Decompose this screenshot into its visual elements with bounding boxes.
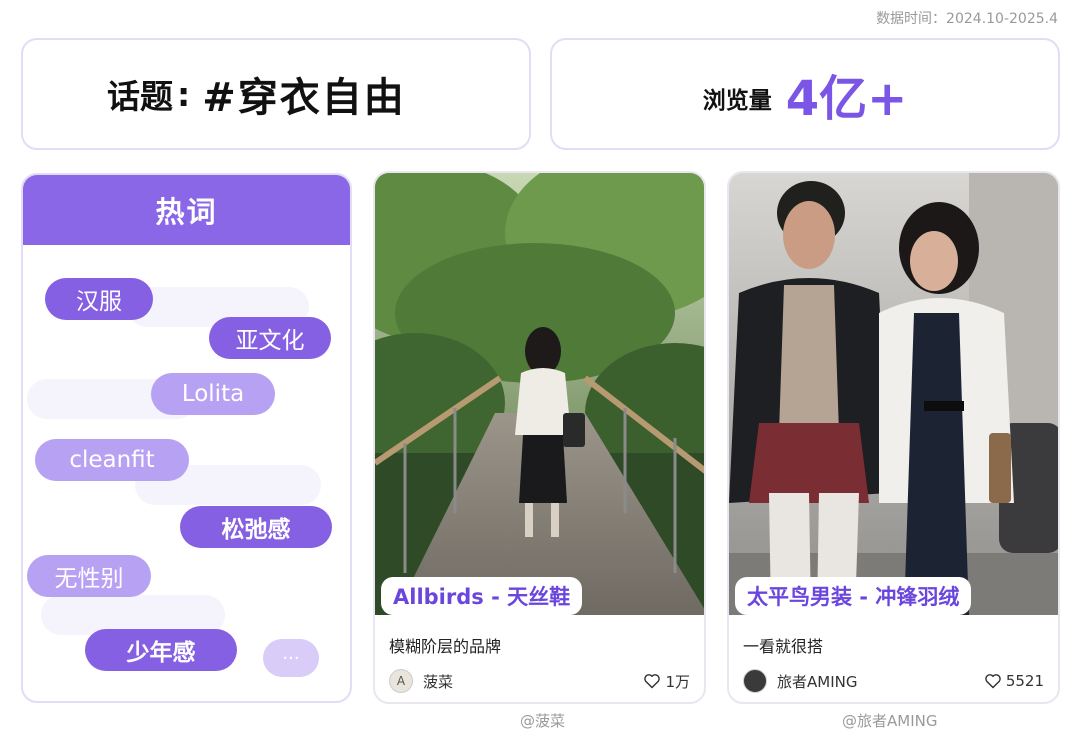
- heart-icon: [644, 674, 661, 689]
- author-name[interactable]: 旅者AMING: [777, 671, 984, 692]
- data-range: 数据时间：2024.10-2025.4: [876, 11, 1058, 27]
- like-count: 1万: [665, 672, 690, 691]
- views-value: 4亿+: [785, 71, 908, 127]
- like-button[interactable]: 5521: [984, 672, 1044, 690]
- post-card-allbirds[interactable]: Allbirds - 天丝鞋 模糊阶层的品牌 A 菠菜 1万: [373, 171, 706, 704]
- brand-tag[interactable]: Allbirds - 天丝鞋: [381, 577, 583, 615]
- author-row: A 菠菜 1万: [389, 667, 690, 695]
- hot-words-panel: 热词 汉服 亚文化 Lolita cleanfit 松弛感 无性别 少年感 ··…: [21, 173, 352, 703]
- like-button[interactable]: 1万: [643, 671, 690, 692]
- hot-word-genderless[interactable]: 无性别: [27, 555, 151, 597]
- photo-credit: @旅者AMING: [842, 712, 938, 730]
- hot-word-subculture[interactable]: 亚文化: [209, 317, 331, 359]
- post-photo-bridge: [375, 173, 704, 615]
- post-description: 一看就很搭: [743, 637, 824, 656]
- avatar[interactable]: A: [389, 669, 413, 693]
- author-row: 旅者AMING 5521: [743, 667, 1044, 695]
- author-name[interactable]: 菠菜: [423, 671, 643, 692]
- views-panel: 浏览量 4亿+: [550, 38, 1060, 150]
- heart-icon: [985, 674, 1001, 689]
- views-label: 浏览量: [702, 88, 772, 114]
- post-card-peacebird[interactable]: 太平鸟男装 - 冲锋羽绒 一看就很搭 旅者AMING 5521: [727, 171, 1060, 704]
- topic-hashtag[interactable]: #穿衣自由: [202, 65, 406, 123]
- post-description: 模糊阶层的品牌: [389, 637, 502, 656]
- topic-label: 话题: [107, 77, 173, 116]
- topic-panel: 话题 : #穿衣自由: [21, 38, 531, 150]
- hot-word-lolita[interactable]: Lolita: [151, 373, 275, 415]
- more-words-button[interactable]: ···: [263, 639, 319, 677]
- post-photo-couple: [729, 173, 1058, 615]
- like-count: 5521: [1005, 672, 1044, 690]
- hot-word-cleanfit[interactable]: cleanfit: [35, 439, 189, 481]
- hot-word-boyish[interactable]: 少年感: [85, 629, 237, 671]
- hot-word-relaxed[interactable]: 松弛感: [180, 506, 332, 548]
- brand-tag[interactable]: 太平鸟男装 - 冲锋羽绒: [735, 577, 972, 615]
- topic-colon: :: [177, 74, 191, 114]
- photo-credit: @菠菜: [520, 712, 566, 730]
- hot-words-title: 热词: [23, 175, 350, 245]
- hot-word-hanfu[interactable]: 汉服: [45, 278, 153, 320]
- avatar[interactable]: [743, 669, 767, 693]
